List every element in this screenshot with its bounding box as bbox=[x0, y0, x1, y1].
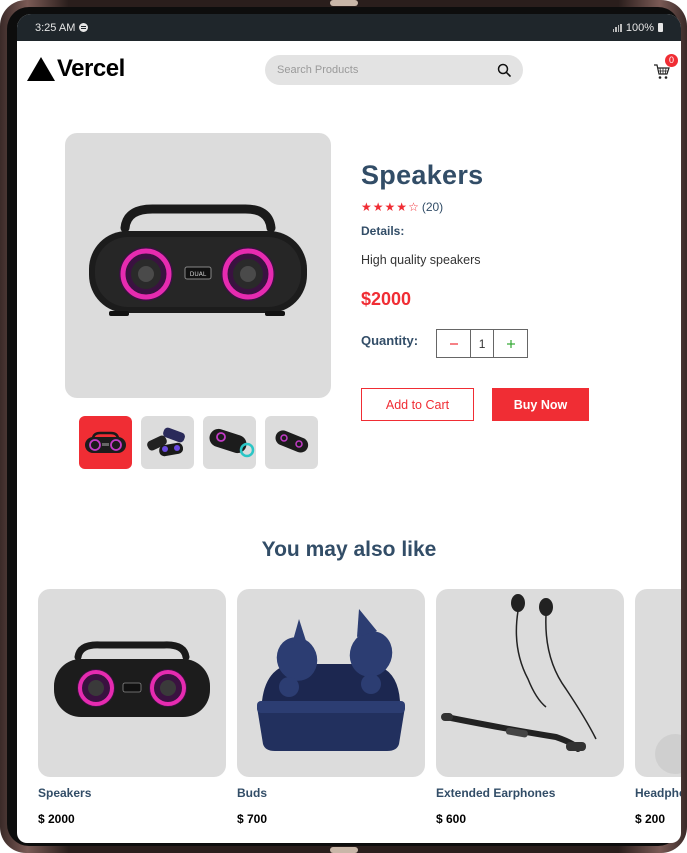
card-image bbox=[436, 589, 624, 777]
card-name: Buds bbox=[237, 786, 267, 800]
vercel-triangle-icon bbox=[27, 57, 55, 81]
thumbnail-speaker-front[interactable] bbox=[79, 416, 132, 469]
also-like-heading: You may also like bbox=[261, 538, 437, 561]
spotify-icon bbox=[79, 23, 89, 32]
hinge-top bbox=[330, 0, 358, 6]
star-filled-icon: ★ bbox=[361, 200, 372, 214]
status-right: 100% bbox=[612, 21, 663, 34]
product-main-image: DUAL bbox=[65, 133, 331, 398]
minus-icon bbox=[449, 342, 458, 345]
card-image bbox=[635, 589, 681, 777]
thumbnail-speaker-side[interactable] bbox=[265, 416, 318, 469]
card-image bbox=[237, 589, 425, 777]
search-icon[interactable] bbox=[497, 63, 511, 77]
product-details: Speakers ★ ★ ★ ★ ☆ (20) Details: High qu… bbox=[361, 160, 661, 421]
logo-text: Vercel bbox=[57, 55, 125, 82]
product-card[interactable]: Headphones $ 200 bbox=[635, 589, 681, 826]
thumbnail-speaker-angled[interactable] bbox=[203, 416, 256, 469]
rating-count: (20) bbox=[421, 200, 444, 214]
quantity-increase-button[interactable] bbox=[493, 330, 527, 357]
neckband-earphones-image bbox=[441, 594, 597, 752]
product-price: $2000 bbox=[361, 289, 412, 309]
star-filled-icon: ★ bbox=[384, 200, 396, 214]
battery-icon bbox=[658, 23, 663, 32]
star-filled-icon: ★ bbox=[396, 200, 408, 214]
card-image bbox=[38, 589, 226, 777]
quantity-value: 1 bbox=[478, 336, 486, 351]
card-price: $ 2000 bbox=[38, 812, 75, 826]
add-to-cart-button[interactable]: Add to Cart bbox=[361, 388, 474, 421]
thumbnail-speaker-group[interactable] bbox=[141, 416, 194, 469]
hinge-bottom bbox=[330, 847, 358, 853]
product-card[interactable]: Buds $ 700 bbox=[237, 589, 425, 826]
card-name: Headphones bbox=[635, 786, 681, 800]
cart-count-badge: 0 bbox=[665, 54, 678, 67]
status-time: 3:25 AM bbox=[35, 21, 76, 34]
action-buttons: Add to Cart Buy Now bbox=[361, 388, 661, 421]
screen: 3:25 AM 100% Vercel Search Products 0 DU… bbox=[17, 14, 681, 843]
earbuds-image bbox=[257, 609, 405, 751]
buy-now-button[interactable]: Buy Now bbox=[492, 388, 589, 421]
details-label: Details: bbox=[361, 224, 405, 238]
star-filled-icon: ★ bbox=[372, 200, 384, 214]
product-rating: ★ ★ ★ ★ ☆ (20) bbox=[361, 200, 661, 214]
battery-percent: 100% bbox=[625, 21, 654, 34]
card-price: $ 600 bbox=[436, 812, 467, 826]
thumbnail-gallery bbox=[79, 416, 318, 469]
plus-icon bbox=[506, 339, 515, 348]
speaker-image bbox=[54, 641, 210, 717]
details-text: High quality speakers bbox=[361, 253, 481, 267]
status-bar: 3:25 AM 100% bbox=[17, 14, 681, 41]
speaker-image: DUAL bbox=[89, 204, 307, 316]
product-title: Speakers bbox=[361, 160, 484, 190]
also-like-carousel: Speakers $ 2000 Buds $ 700 Extended Earp… bbox=[38, 589, 681, 843]
quantity-stepper: 1 bbox=[436, 329, 529, 358]
quantity-decrease-button[interactable] bbox=[437, 330, 472, 357]
card-price: $ 700 bbox=[237, 812, 268, 826]
star-outline-icon: ☆ bbox=[408, 200, 419, 214]
quantity-row: Quantity: 1 bbox=[361, 329, 661, 358]
signal-icon bbox=[612, 23, 622, 32]
product-card[interactable]: Speakers $ 2000 bbox=[38, 589, 226, 826]
cart-button[interactable]: 0 bbox=[653, 54, 678, 81]
card-price: $ 200 bbox=[635, 812, 666, 826]
quantity-label: Quantity: bbox=[361, 333, 419, 348]
headphones-image bbox=[655, 734, 681, 774]
card-name: Speakers bbox=[38, 786, 92, 800]
status-left: 3:25 AM bbox=[35, 21, 89, 34]
search-bar bbox=[265, 55, 523, 85]
card-name: Extended Earphones bbox=[436, 786, 556, 800]
logo[interactable]: Vercel bbox=[27, 55, 125, 83]
search-input[interactable] bbox=[277, 64, 497, 76]
product-card[interactable]: Extended Earphones $ 600 bbox=[436, 589, 624, 826]
navbar: Vercel 0 bbox=[17, 41, 681, 99]
svg-text:DUAL: DUAL bbox=[190, 271, 207, 278]
